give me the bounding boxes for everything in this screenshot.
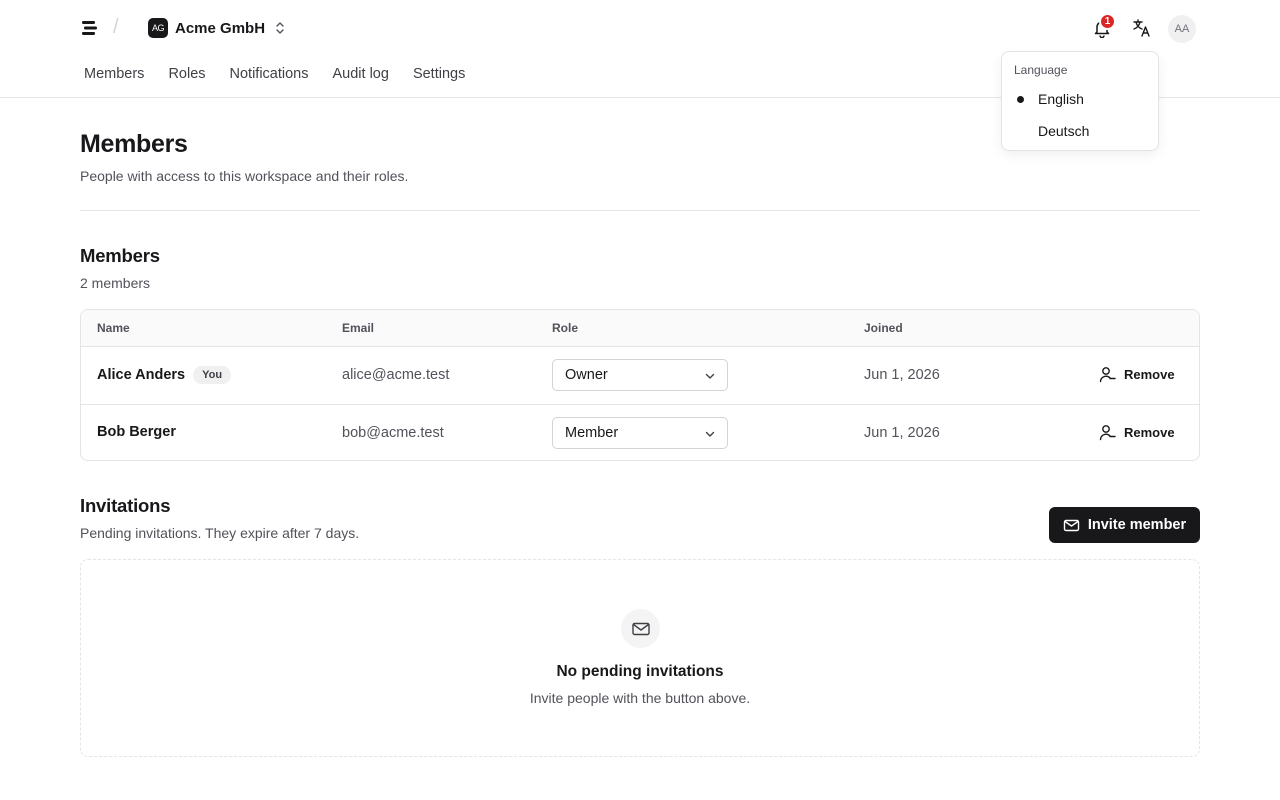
chevron-down-icon bbox=[705, 373, 715, 379]
workspace-name: Acme GmbH bbox=[175, 19, 266, 37]
language-option-label: Deutsch bbox=[1038, 123, 1090, 139]
empty-state-subtitle: Invite people with the button above. bbox=[529, 690, 751, 706]
column-header-joined: Joined bbox=[864, 321, 903, 335]
members-section-title: Members bbox=[80, 245, 160, 266]
table-header: Name Email Role Joined bbox=[81, 310, 1199, 347]
page-title: Members bbox=[80, 130, 188, 158]
role-select-value: Member bbox=[565, 425, 619, 441]
member-joined: Jun 1, 2026 bbox=[864, 367, 940, 383]
empty-state-icon bbox=[621, 609, 660, 648]
logo-icon[interactable] bbox=[80, 18, 100, 38]
invite-member-label: Invite member bbox=[1087, 517, 1187, 533]
invitations-section-title: Invitations bbox=[80, 495, 171, 516]
table-row: Bob Berger bob@acme.test Member Jun 1, 2… bbox=[81, 404, 1199, 460]
tab-notifications[interactable]: Notifications bbox=[230, 66, 309, 82]
tab-audit-log[interactable]: Audit log bbox=[333, 66, 389, 82]
role-select[interactable]: Owner bbox=[552, 359, 728, 391]
tab-members[interactable]: Members bbox=[84, 66, 144, 82]
section-nav: Members Roles Notifications Audit log Se… bbox=[84, 66, 489, 82]
tab-roles[interactable]: Roles bbox=[168, 66, 205, 82]
member-email: alice@acme.test bbox=[342, 367, 450, 383]
remove-label: Remove bbox=[1124, 367, 1175, 382]
language-menu-label: Language bbox=[1014, 63, 1068, 77]
mail-icon bbox=[631, 622, 650, 635]
role-select-value: Owner bbox=[565, 367, 608, 383]
remove-member-button[interactable]: Remove bbox=[1099, 366, 1175, 383]
user-minus-icon bbox=[1099, 425, 1116, 441]
top-bar: / AG Acme GmbH 1 AA bbox=[0, 0, 1280, 56]
empty-invitations-state: No pending invitations Invite people wit… bbox=[80, 559, 1200, 757]
column-header-name: Name bbox=[97, 321, 130, 335]
user-avatar[interactable]: AA bbox=[1168, 15, 1196, 43]
remove-member-button[interactable]: Remove bbox=[1099, 424, 1175, 441]
notification-badge: 1 bbox=[1099, 13, 1116, 30]
you-badge: You bbox=[193, 366, 232, 384]
mail-icon bbox=[1063, 519, 1080, 531]
table-row: Alice Anders You alice@acme.test Owner J… bbox=[81, 347, 1199, 404]
workspace-avatar: AG bbox=[148, 18, 168, 38]
selected-indicator bbox=[1017, 96, 1024, 103]
section-divider bbox=[80, 210, 1200, 211]
invitations-subtitle: Pending invitations. They expire after 7… bbox=[80, 525, 360, 541]
language-option-label: English bbox=[1038, 91, 1084, 107]
page-subtitle: People with access to this workspace and… bbox=[80, 168, 409, 184]
column-header-email: Email bbox=[342, 321, 375, 335]
tab-settings[interactable]: Settings bbox=[413, 66, 465, 82]
member-name: Alice Anders bbox=[97, 367, 186, 383]
member-name-cell: Bob Berger bbox=[97, 424, 176, 440]
language-option-english[interactable]: English bbox=[1002, 84, 1158, 114]
column-header-role: Role bbox=[552, 321, 579, 335]
chevron-up-down-icon bbox=[276, 22, 284, 34]
translate-icon[interactable] bbox=[1132, 18, 1152, 38]
language-option-deutsch[interactable]: Deutsch bbox=[1002, 116, 1158, 146]
chevron-down-icon bbox=[705, 431, 715, 437]
member-name-cell: Alice Anders You bbox=[97, 366, 232, 384]
invite-member-button[interactable]: Invite member bbox=[1049, 507, 1200, 543]
user-minus-icon bbox=[1099, 367, 1116, 383]
member-name: Bob Berger bbox=[97, 424, 176, 440]
role-select[interactable]: Member bbox=[552, 417, 728, 449]
workspace-switcher[interactable]: AG Acme GmbH bbox=[148, 17, 286, 39]
breadcrumb-separator: / bbox=[113, 16, 119, 38]
members-count: 2 members bbox=[80, 275, 151, 291]
member-email: bob@acme.test bbox=[342, 425, 444, 441]
language-menu: Language English Deutsch bbox=[1001, 51, 1159, 151]
member-joined: Jun 1, 2026 bbox=[864, 425, 940, 441]
remove-label: Remove bbox=[1124, 425, 1175, 440]
members-table: Name Email Role Joined Alice Anders You … bbox=[80, 309, 1200, 461]
empty-state-title: No pending invitations bbox=[556, 663, 724, 680]
